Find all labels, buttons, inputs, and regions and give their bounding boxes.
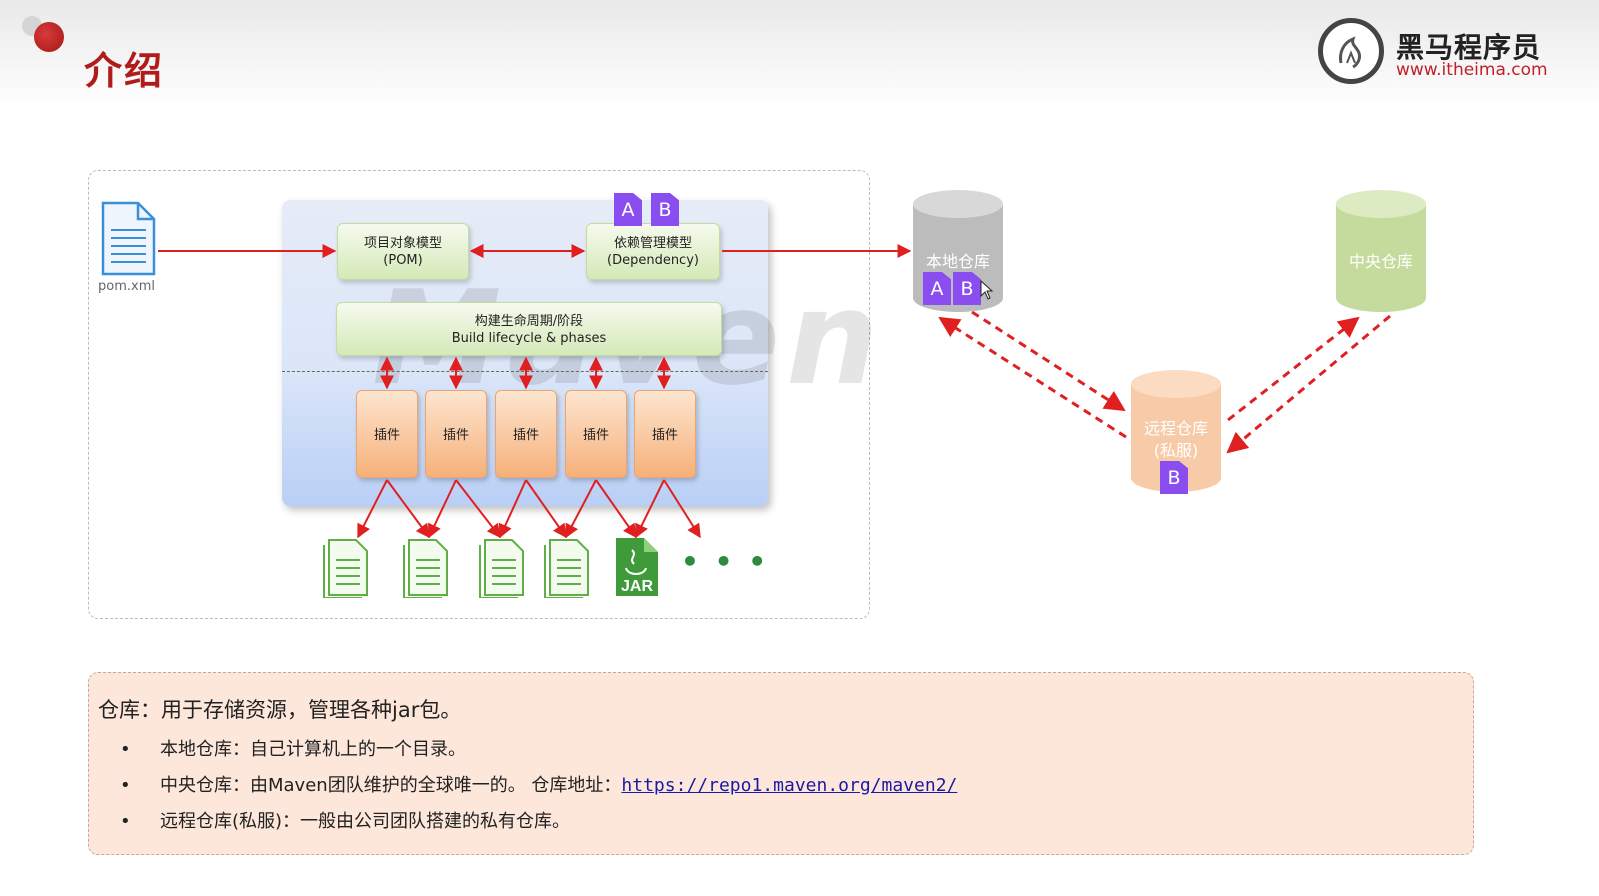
arrow-plugin-output bbox=[498, 479, 527, 539]
remote-artifact-b-badge: B bbox=[1160, 461, 1188, 494]
info-item-remote-text: 远程仓库(私服)：一般由公司团队搭建的私有仓库。 bbox=[160, 811, 571, 832]
arrow-plugin-output bbox=[565, 479, 597, 539]
remote-repo-title: 远程仓库 bbox=[1143, 419, 1208, 438]
arrow-local-to-remote bbox=[971, 310, 1126, 412]
jar-file-icon: JAR bbox=[616, 538, 658, 596]
arrow-plugin-output bbox=[525, 479, 567, 539]
local-artifact-b-badge: B bbox=[953, 272, 981, 305]
arrow-plugin-output bbox=[386, 479, 430, 539]
arrow-plugin-output bbox=[635, 479, 665, 539]
info-item-remote: • 远程仓库(私服)：一般由公司团队搭建的私有仓库。 bbox=[120, 807, 570, 833]
arrow-remote-to-local bbox=[938, 316, 1127, 439]
more-outputs-ellipsis: • • • bbox=[681, 545, 770, 578]
arrow-remote-to-central bbox=[1227, 316, 1360, 422]
jar-label: JAR bbox=[621, 578, 653, 595]
bullet-point: • bbox=[120, 811, 131, 832]
info-item-local: • 本地仓库：自己计算机上的一个目录。 bbox=[120, 735, 466, 761]
arrow-plugin-output bbox=[455, 479, 501, 539]
local-artifact-a-badge: A bbox=[923, 272, 951, 305]
local-repo-label: 本地仓库 bbox=[925, 252, 990, 271]
document-icon bbox=[479, 539, 524, 598]
remote-repo-subtitle: (私服) bbox=[1153, 441, 1199, 460]
arrow-plugin-output bbox=[595, 479, 637, 539]
remote-repo-label: 远程仓库 (私服) bbox=[1130, 418, 1222, 462]
info-item-central-text: 中央仓库：由Maven团队维护的全球唯一的。 仓库地址： bbox=[160, 775, 622, 796]
info-item-local-text: 本地仓库：自己计算机上的一个目录。 bbox=[160, 739, 466, 760]
document-icon bbox=[544, 539, 589, 598]
info-item-central: • 中央仓库：由Maven团队维护的全球唯一的。 仓库地址：https://rep… bbox=[120, 771, 957, 797]
central-repo-link[interactable]: https://repo1.maven.org/maven2/ bbox=[621, 775, 957, 796]
arrow-plugin-output bbox=[428, 479, 457, 539]
document-icon bbox=[323, 539, 368, 598]
central-repo-label: 中央仓库 bbox=[1348, 252, 1413, 271]
arrow-plugin-output bbox=[663, 479, 701, 539]
mouse-cursor-icon bbox=[980, 280, 994, 300]
arrow-central-to-remote bbox=[1226, 314, 1391, 454]
bullet-point: • bbox=[120, 775, 131, 796]
document-icon bbox=[403, 539, 448, 598]
arrow-plugin-output bbox=[357, 479, 388, 539]
bullet-point: • bbox=[120, 739, 131, 760]
info-heading: 仓库：用于存储资源，管理各种jar包。 bbox=[98, 698, 462, 722]
